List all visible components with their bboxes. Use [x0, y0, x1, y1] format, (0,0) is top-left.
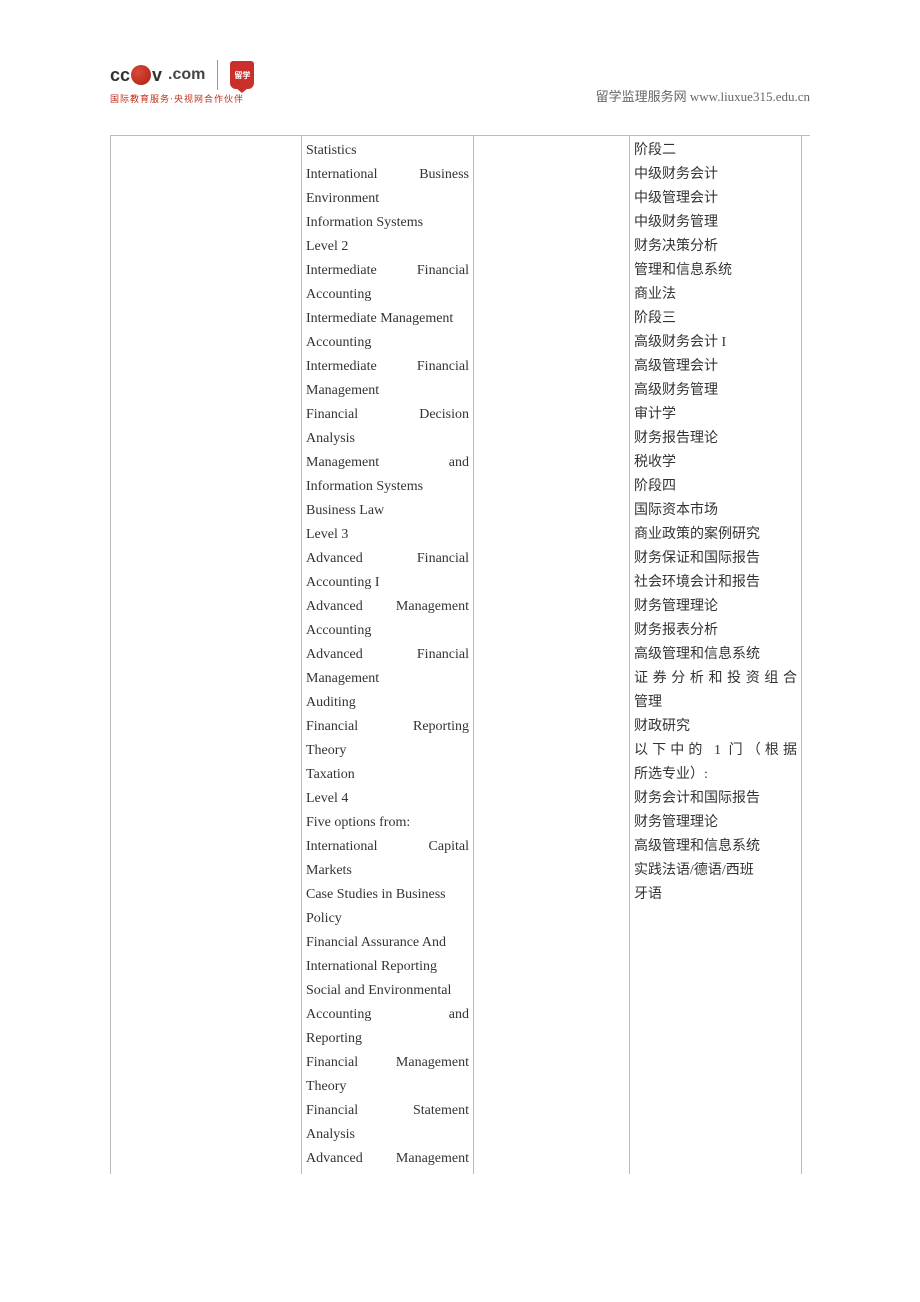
table-cell-line: 财务管理理论 [634, 595, 797, 619]
table-cell-line: Level 3 [306, 523, 469, 547]
table-cell-line: Financial Assurance And [306, 931, 469, 955]
table-cell-line: 财务会计和国际报告 [634, 787, 797, 811]
table-cell-line: 国际资本市场 [634, 499, 797, 523]
header-site-info: 留学监理服务网 www.liuxue315.edu.cn [596, 86, 810, 105]
logo-text-cc: cc [110, 65, 130, 86]
table-cell-line: Accounting I [306, 571, 469, 595]
globe-icon [131, 65, 151, 85]
table-cell-line: International Business [306, 163, 469, 187]
table-cell-line: Social and Environmental [306, 979, 469, 1003]
page-header: cc v .com 留学 国际教育服务·央视网合作伙伴 留学监理服务网 www.… [110, 60, 810, 105]
table-cell-line: 中级管理会计 [634, 187, 797, 211]
table-cell-line: Markets [306, 859, 469, 883]
table-cell-line: 所选专业）: [634, 763, 797, 787]
table-cell-line: Financial Statement [306, 1099, 469, 1123]
table-cell-line: 实践法语/德语/西班 [634, 859, 797, 883]
table-cell-line: Accounting [306, 331, 469, 355]
table-col-4-chinese: 阶段二中级财务会计中级管理会计中级财务管理财务决策分析管理和信息系统商业法阶段三… [630, 136, 802, 1174]
table-cell-line: Taxation [306, 763, 469, 787]
table-cell-line: Advanced Management [306, 595, 469, 619]
table-cell-line: Statistics [306, 139, 469, 163]
table-cell-line: 商业法 [634, 283, 797, 307]
table-cell-line: 财务保证和国际报告 [634, 547, 797, 571]
table-cell-line: Analysis [306, 427, 469, 451]
cctv-logo: cc v [110, 65, 162, 86]
table-cell-line: Management [306, 667, 469, 691]
table-cell-line: Case Studies in Business [306, 883, 469, 907]
table-cell-line: Policy [306, 907, 469, 931]
table-cell-line: Level 2 [306, 235, 469, 259]
table-cell-line: 高级管理和信息系统 [634, 643, 797, 667]
table-cell-line: 财务管理理论 [634, 811, 797, 835]
logo-block: cc v .com 留学 国际教育服务·央视网合作伙伴 [110, 60, 254, 105]
site-label: 留学监理服务网 [596, 89, 687, 104]
table-cell-line: 牙语 [634, 883, 797, 907]
table-cell-line: Advanced Management [306, 1147, 469, 1171]
table-cell-line: Advanced Financial [306, 547, 469, 571]
table-cell-line: Reporting [306, 1027, 469, 1051]
site-url: www.liuxue315.edu.cn [690, 89, 810, 104]
table-cell-line: Advanced Financial [306, 643, 469, 667]
table-cell-line: Financial Reporting [306, 715, 469, 739]
logo-divider [217, 60, 218, 90]
table-cell-line: Accounting [306, 283, 469, 307]
shield-text: 留学 [234, 70, 250, 81]
table-cell-line: 阶段三 [634, 307, 797, 331]
shield-icon: 留学 [230, 61, 254, 89]
table-cell-line: Management and [306, 451, 469, 475]
table-cell-line: 高级财务会计 I [634, 331, 797, 355]
table-col-3 [474, 136, 630, 1174]
table-cell-line: 高级管理和信息系统 [634, 835, 797, 859]
table-cell-line: 税收学 [634, 451, 797, 475]
table-cell-line: Financial Management [306, 1051, 469, 1075]
table-cell-line: Accounting and [306, 1003, 469, 1027]
table-cell-line: 高级管理会计 [634, 355, 797, 379]
table-cell-line: 商业政策的案例研究 [634, 523, 797, 547]
table-cell-line: 社会环境会计和报告 [634, 571, 797, 595]
table-cell-line: 财政研究 [634, 715, 797, 739]
table-cell-line: Level 4 [306, 787, 469, 811]
logo-com-text: .com [168, 66, 205, 84]
table-cell-line: International Reporting [306, 955, 469, 979]
table-cell-line: 高级财务管理 [634, 379, 797, 403]
table-cell-line: 中级财务会计 [634, 163, 797, 187]
table-cell-line: 财务决策分析 [634, 235, 797, 259]
logo-tagline: 国际教育服务·央视网合作伙伴 [110, 92, 254, 105]
table-cell-line: 审计学 [634, 403, 797, 427]
content-table: StatisticsInternational BusinessEnvironm… [110, 135, 810, 1174]
table-cell-line: International Capital [306, 835, 469, 859]
table-cell-line: Intermediate Financial [306, 355, 469, 379]
document-page: cc v .com 留学 国际教育服务·央视网合作伙伴 留学监理服务网 www.… [0, 0, 920, 1214]
table-col-1 [110, 136, 302, 1174]
table-cell-line: 证券分析和投资组合 [634, 667, 797, 691]
table-cell-line: Management [306, 379, 469, 403]
table-cell-line: Auditing [306, 691, 469, 715]
table-cell-line: 阶段四 [634, 475, 797, 499]
logo-text-v: v [152, 65, 162, 86]
table-cell-line: Theory [306, 1075, 469, 1099]
table-cell-line: Intermediate Financial [306, 259, 469, 283]
table-cell-line: Accounting [306, 619, 469, 643]
table-cell-line: Intermediate Management [306, 307, 469, 331]
table-cell-line: Five options from: [306, 811, 469, 835]
table-cell-line: 中级财务管理 [634, 211, 797, 235]
table-cell-line: 阶段二 [634, 139, 797, 163]
table-cell-line: Environment [306, 187, 469, 211]
table-cell-line: Information Systems [306, 211, 469, 235]
table-col-2-english: StatisticsInternational BusinessEnvironm… [302, 136, 474, 1174]
table-cell-line: 管理 [634, 691, 797, 715]
table-cell-line: 管理和信息系统 [634, 259, 797, 283]
table-cell-line: 财务报告理论 [634, 427, 797, 451]
table-cell-line: Analysis [306, 1123, 469, 1147]
table-cell-line: Financial Decision [306, 403, 469, 427]
table-cell-line: Information Systems [306, 475, 469, 499]
table-cell-line: Business Law [306, 499, 469, 523]
table-cell-line: 以下中的 1 门（根据 [634, 739, 797, 763]
table-cell-line: Theory [306, 739, 469, 763]
table-cell-line: 财务报表分析 [634, 619, 797, 643]
